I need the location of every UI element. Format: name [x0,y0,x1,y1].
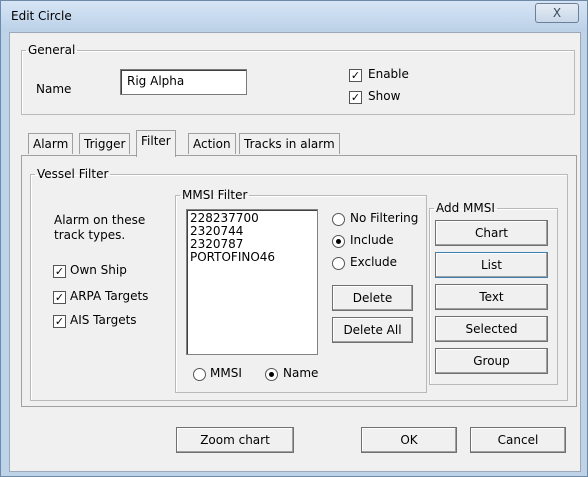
add-group-button[interactable]: Group [435,348,548,374]
add-mmsi-legend: Add MMSI [436,201,495,215]
add-selected-button[interactable]: Selected [435,316,548,342]
include-radio[interactable] [332,235,345,248]
cancel-button[interactable]: Cancel [470,427,566,453]
delete-button[interactable]: Delete [332,285,413,311]
name-label: Name [36,82,72,96]
mmsi-filter-legend: MMSI Filter [182,188,248,202]
ok-button[interactable]: OK [361,427,457,453]
close-icon: X [552,6,562,20]
own-ship-checkbox[interactable]: ✓ [53,265,66,278]
name-field-value: Rig Alpha [127,74,185,88]
alarm-on-text-line2: track types. [54,228,126,242]
ais-targets-checkbox[interactable]: ✓ [53,315,66,328]
arpa-targets-label: ARPA Targets [70,289,149,303]
general-legend: General [28,43,76,57]
vessel-filter-legend: Vessel Filter [37,167,109,181]
exclude-label: Exclude [350,255,398,269]
delete-all-button[interactable]: Delete All [332,317,413,343]
ais-targets-label: AIS Targets [70,313,137,327]
add-list-button[interactable]: List [435,252,548,278]
tab-trigger[interactable]: Trigger [79,133,131,154]
title-bar[interactable]: Edit Circle X [1,1,587,31]
tab-tracks-in-alarm[interactable]: Tracks in alarm [239,133,340,154]
alarm-on-text-line1: Alarm on these [54,213,146,227]
no-filtering-label: No Filtering [350,211,419,225]
mmsi-list[interactable]: 228237700 2320744 2320787 PORTOFINO46 [186,209,318,355]
window-title: Edit Circle [11,9,72,23]
exclude-radio[interactable] [332,257,345,270]
enable-label: Enable [368,67,409,81]
show-checkbox[interactable]: ✓ [349,91,362,104]
show-label: Show [368,89,401,103]
dialog-client-area: General Name Rig Alpha ✓ Enable ✓ Show A… [9,32,581,472]
add-chart-button[interactable]: Chart [435,220,548,246]
enable-checkbox[interactable]: ✓ [349,69,362,82]
add-text-button[interactable]: Text [435,284,548,310]
name-field[interactable]: Rig Alpha [120,69,247,95]
tab-action[interactable]: Action [188,133,236,154]
mmsi-key-label: MMSI [210,366,242,380]
name-key-label: Name [283,366,319,380]
name-key-radio[interactable] [265,368,278,381]
list-item[interactable]: PORTOFINO46 [190,251,317,264]
mmsi-key-radio[interactable] [193,368,206,381]
general-group: General [21,43,575,115]
include-label: Include [350,233,394,247]
zoom-chart-button[interactable]: Zoom chart [176,427,294,453]
tab-alarm[interactable]: Alarm [28,133,74,154]
no-filtering-radio[interactable] [332,213,345,226]
arpa-targets-checkbox[interactable]: ✓ [53,291,66,304]
tab-filter[interactable]: Filter [136,130,176,157]
own-ship-label: Own Ship [70,263,127,277]
close-button[interactable]: X [535,3,579,23]
edit-circle-dialog: Edit Circle X General Name Rig Alpha ✓ E… [0,0,588,477]
